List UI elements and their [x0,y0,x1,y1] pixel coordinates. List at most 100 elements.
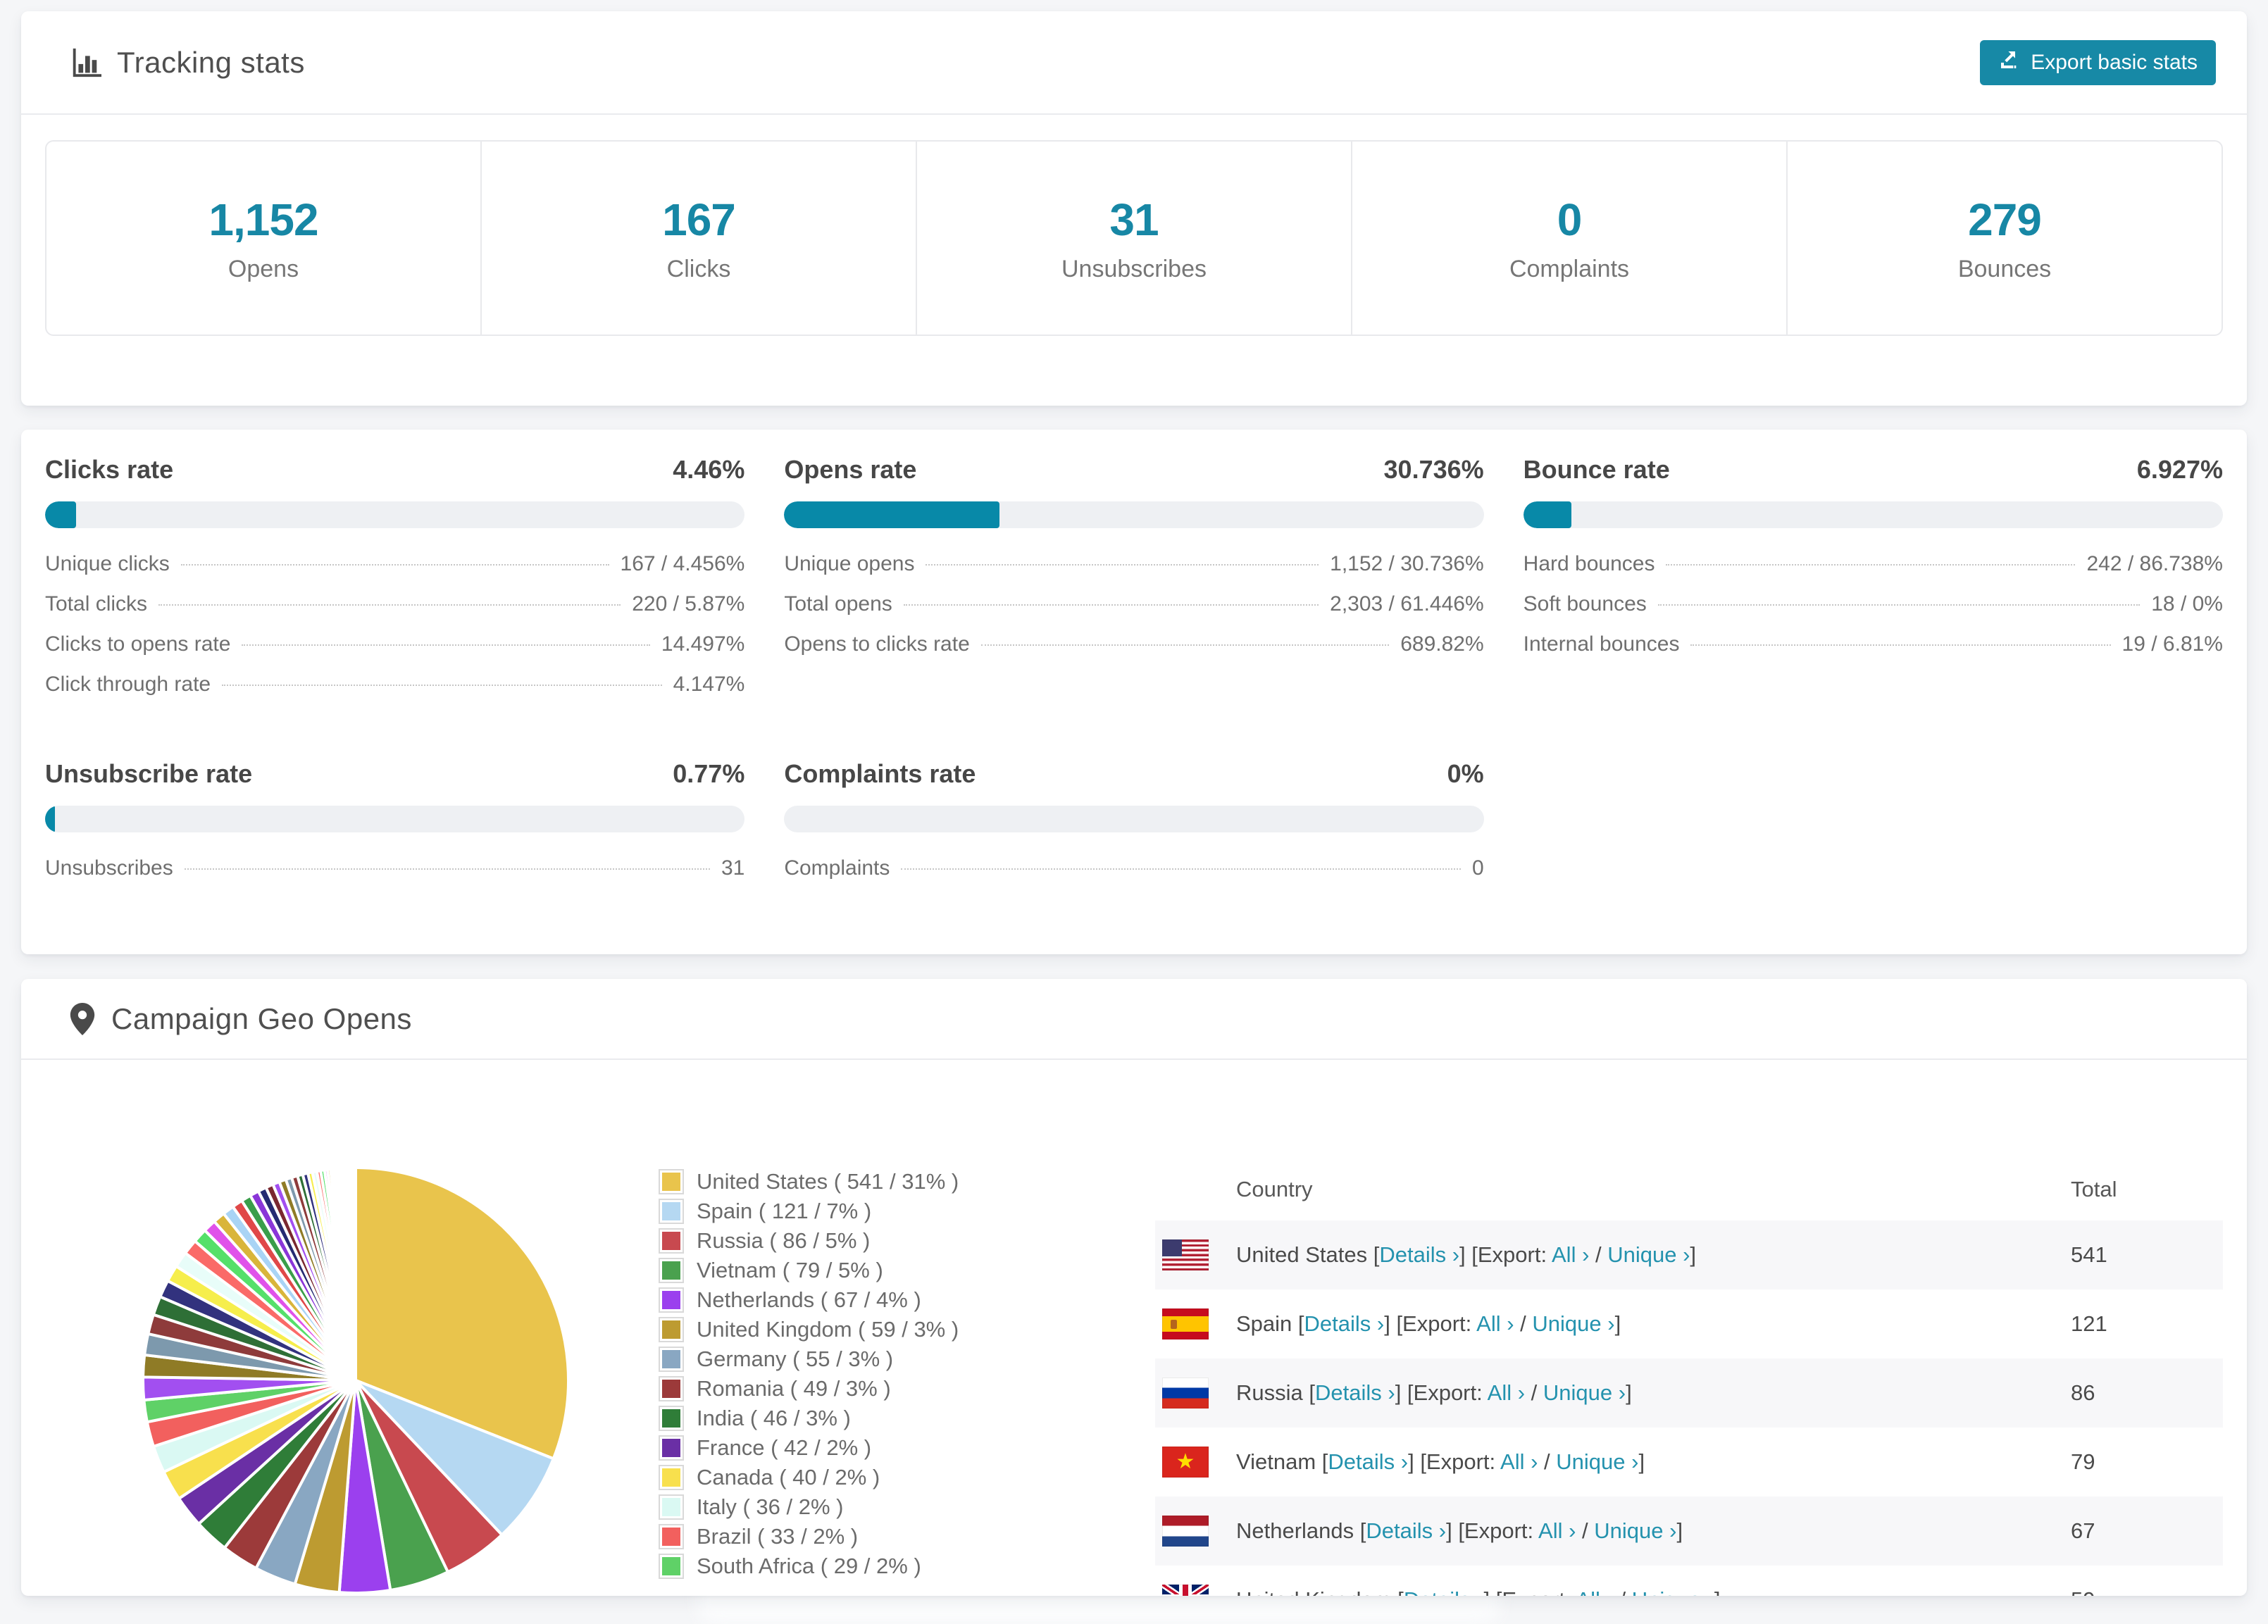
legend-label: Italy ( 36 / 2% ) [697,1494,844,1519]
flag-icon-vn: ★ [1162,1447,1209,1478]
export-unique-link[interactable]: Unique › [1532,1311,1614,1336]
rate-head: Clicks rate 4.46% [45,455,744,485]
rate-row-value: 167 / 4.456% [620,552,745,575]
rate-block-complaints: Complaints rate 0% Complaints 0 [784,759,1484,897]
details-link[interactable]: Details › [1379,1242,1459,1267]
dotted-leader [158,604,621,606]
total-cell: 121 [2071,1311,2107,1336]
export-all-link[interactable]: All › [1476,1311,1514,1336]
rate-progress-track [45,806,745,832]
export-all-link[interactable]: All › [1552,1242,1589,1267]
legend-label: Romania ( 49 / 3% ) [697,1376,891,1401]
country-cell: United States [Details ›] [Export: All ›… [1236,1242,1697,1267]
summary-cell-opens: 1,152 Opens [46,142,482,335]
total-cell: 67 [2071,1518,2095,1543]
rate-row-label: Unique opens [784,552,915,575]
legend-item-brazil: Brazil ( 33 / 2% ) [659,1522,959,1551]
dotted-leader [184,868,710,870]
legend-item-spain: Spain ( 121 / 7% ) [659,1197,959,1226]
geo-title: Campaign Geo Opens [111,1001,412,1035]
legend-item-netherlands: Netherlands ( 67 / 4% ) [659,1285,959,1315]
dotted-leader [980,644,1390,646]
legend-item-india: India ( 46 / 3% ) [659,1404,959,1433]
spain-emblem [1171,1320,1177,1329]
rate-row-label: Unsubscribes [45,856,173,880]
country-cell: Spain [Details ›] [Export: All › / Uniqu… [1236,1311,1621,1336]
details-link[interactable]: Details › [1366,1518,1446,1543]
rate-row-label: Unique clicks [45,552,170,575]
dotted-leader [180,564,609,566]
rate-block-opens: Opens rate 30.736% Unique opens 1,152 / 30.… [784,455,1484,713]
rate-rows: Unsubscribes 31 [45,856,744,897]
export-all-link[interactable]: All › [1576,1587,1613,1596]
table-row-ru: Russia [Details ›] [Export: All › / Uniq… [1155,1358,2223,1428]
export-unique-link[interactable]: Unique › [1632,1587,1714,1596]
dotted-leader [242,644,650,646]
export-basic-stats-button[interactable]: Export basic stats [1980,39,2216,85]
rate-row-label: Soft bounces [1523,592,1647,616]
dotted-leader [1657,604,2141,606]
rates-grid: Clicks rate 4.46% Unique clicks 167 / 4.456… [21,430,2247,897]
legend-item-france: France ( 42 / 2% ) [659,1433,959,1463]
details-link[interactable]: Details › [1404,1587,1484,1596]
rate-row-value: 0 [1471,856,1484,880]
rate-progress-track [1523,501,2223,528]
rate-row-value: 689.82% [1400,632,1484,656]
map-pin-icon [69,1002,96,1035]
rate-row: Unique opens 1,152 / 30.736% [784,552,1483,592]
legend-swatch [659,1169,684,1194]
export-unique-link[interactable]: Unique › [1594,1518,1676,1543]
rate-rows: Unique clicks 167 / 4.456% Total clicks 220… [45,552,744,713]
rate-progress-track [784,806,1484,832]
dotted-leader [903,604,1319,606]
pie-slice-other-52[interactable] [353,1166,357,1382]
flag-icon-ru [1162,1378,1209,1408]
rate-title: Complaints rate [784,759,976,788]
export-unique-link[interactable]: Unique › [1607,1242,1690,1267]
rate-row-label: Total clicks [45,592,148,616]
rate-row-value: 2,303 / 61.446% [1330,592,1484,616]
export-all-link[interactable]: All › [1488,1380,1525,1405]
legend-swatch [659,1258,684,1283]
rate-value: 30.736% [1383,455,1484,484]
rate-row: Complaints 0 [784,856,1483,897]
legend-swatch [659,1199,684,1224]
campaign-geo-opens-card: Campaign Geo Opens United States ( 541 /… [21,979,2247,1596]
summary-value: 0 [1557,194,1583,245]
rate-row-label: Opens to clicks rate [784,632,970,656]
total-cell: 79 [2071,1449,2095,1474]
flag-icon-nl [1162,1516,1209,1547]
details-link[interactable]: Details › [1328,1449,1408,1474]
summary-cell-complaints: 0 Complaints [1352,142,1788,335]
legend-swatch [659,1406,684,1431]
legend-label: Brazil ( 33 / 2% ) [697,1524,859,1549]
rate-value: 0.77% [673,759,745,788]
rate-row-value: 18 / 0% [2151,592,2223,616]
flag-icon-es [1162,1308,1209,1339]
rate-block-unsubscribe: Unsubscribe rate 0.77% Unsubscribes 31 [45,759,745,897]
rate-row-label: Clicks to opens rate [45,632,231,656]
country-column-header: Country [1236,1177,1313,1201]
total-cell: 86 [2071,1380,2095,1405]
rate-head: Unsubscribe rate 0.77% [45,759,744,789]
rate-row-label: Total opens [784,592,892,616]
export-all-link[interactable]: All › [1538,1518,1576,1543]
rate-rows: Unique opens 1,152 / 30.736% Total opens 2,… [784,552,1483,673]
export-unique-link[interactable]: Unique › [1543,1380,1626,1405]
export-all-link[interactable]: All › [1500,1449,1538,1474]
summary-value: 167 [662,194,736,245]
rate-row: Total clicks 220 / 5.87% [45,592,744,632]
rate-progress-fill [1523,501,1572,528]
legend-swatch [659,1435,684,1461]
export-unique-link[interactable]: Unique › [1556,1449,1638,1474]
country-cell: United Kingdom [Details ›] [Export: All … [1236,1587,2071,1596]
legend-label: Vietnam ( 79 / 5% ) [697,1258,883,1282]
rate-row-value: 1,152 / 30.736% [1330,552,1484,575]
details-link[interactable]: Details › [1315,1380,1395,1405]
tracking-stats-card: Tracking stats Export basic stats 1,152 O… [21,11,2247,406]
country-cell: Russia [Details ›] [Export: All › / Uniq… [1236,1380,1632,1405]
details-link[interactable]: Details › [1304,1311,1385,1336]
dotted-leader [1666,564,2076,566]
geo-table-header: Country Total [1155,1158,2223,1220]
table-row-gb: United Kingdom [Details ›] [Export: All … [1155,1566,2223,1596]
